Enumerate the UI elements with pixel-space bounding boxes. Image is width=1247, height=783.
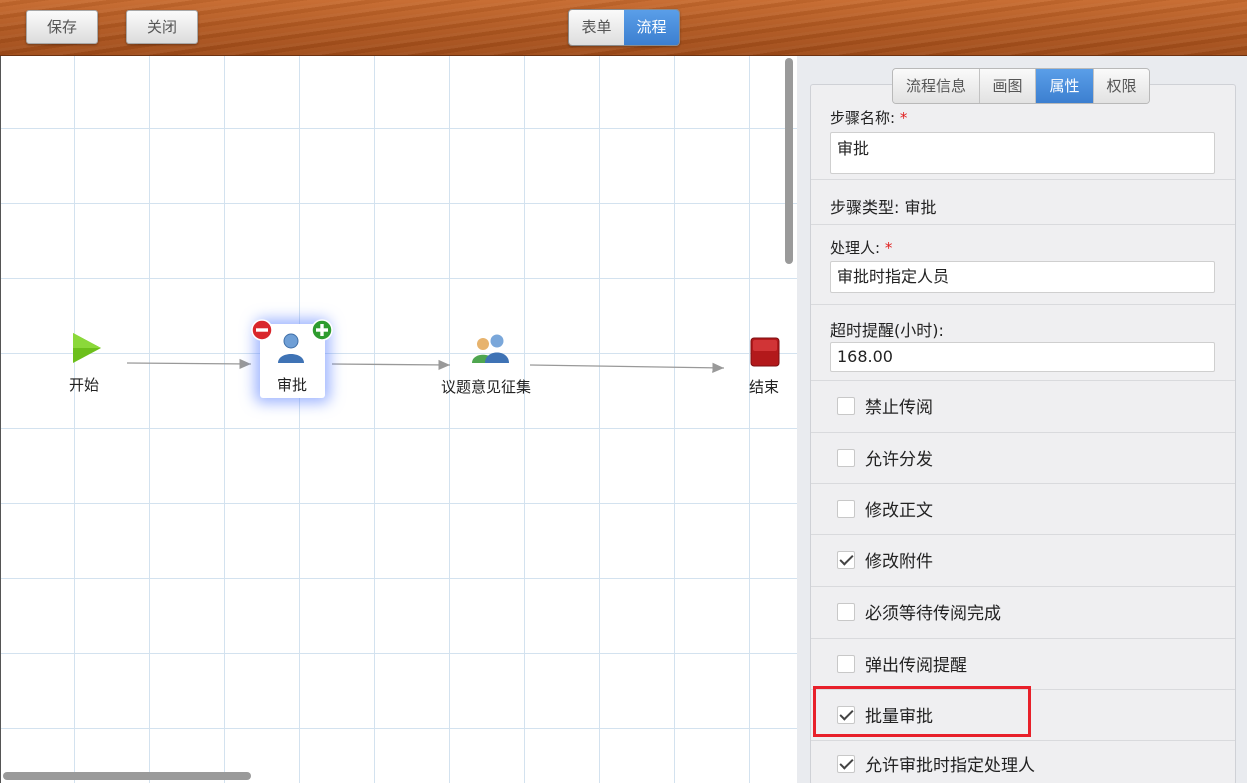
connector-start-approve[interactable]	[126, 358, 252, 370]
option-label: 弹出传阅提醒	[865, 656, 967, 676]
tab-properties[interactable]: 属性	[1036, 69, 1094, 103]
node-label-collect: 议题意见征集	[441, 378, 532, 396]
option-label: 修改正文	[865, 501, 933, 521]
connector-collect-end[interactable]	[529, 362, 725, 374]
node-label-approve: 审批	[277, 376, 308, 394]
highlight-box	[813, 686, 1031, 737]
node-label-start: 开始	[69, 376, 100, 394]
flow-connectors	[126, 358, 725, 374]
checkbox-checked[interactable]	[837, 755, 855, 773]
node-label-end: 结束	[749, 378, 780, 396]
option-label: 必须等待传阅完成	[865, 604, 1001, 624]
option-row[interactable]: 允许分发	[811, 433, 1235, 484]
horizontal-scrollbar[interactable]	[3, 772, 251, 780]
user-icon	[278, 333, 304, 363]
stop-icon[interactable]	[750, 337, 780, 367]
flow-canvas[interactable]: 开始 审批 议题意见征集 结束	[0, 56, 797, 783]
option-label: 允许审批时指定处理人	[865, 756, 1035, 776]
row-handler: 处理人: * 审批时指定人员	[811, 225, 1235, 305]
view-switch: 表单 流程	[568, 9, 680, 46]
handler-input[interactable]: 审批时指定人员	[830, 261, 1215, 293]
step-name-label: 步骤名称: *	[830, 109, 908, 127]
users-icon[interactable]	[471, 332, 511, 364]
timeout-label: 超时提醒(小时):	[830, 321, 944, 340]
timeout-input[interactable]: 168.00	[830, 342, 1215, 372]
properties-form: 步骤名称: * 审批 步骤类型: 审批 处理人: * 审批时指定人员 超时提醒(…	[810, 84, 1236, 783]
panel-tabs: 流程信息 画图 属性 权限	[892, 68, 1150, 104]
top-toolbar: 保存 关闭 表单 流程	[0, 0, 1247, 56]
remove-icon[interactable]	[251, 319, 273, 341]
vertical-scrollbar[interactable]	[785, 58, 793, 264]
row-timeout: 超时提醒(小时): 168.00	[811, 305, 1235, 381]
checkbox[interactable]	[837, 655, 855, 673]
save-button[interactable]: 保存	[26, 10, 98, 44]
step-type-text: 步骤类型: 审批	[830, 198, 937, 217]
checkbox[interactable]	[837, 449, 855, 467]
option-row[interactable]: 修改正文	[811, 484, 1235, 535]
tab-permissions[interactable]: 权限	[1094, 69, 1149, 103]
checkbox[interactable]	[837, 603, 855, 621]
checkbox[interactable]	[837, 500, 855, 518]
option-row[interactable]: 允许审批时指定处理人	[811, 741, 1235, 783]
play-icon[interactable]	[71, 332, 103, 364]
option-row[interactable]: 修改附件	[811, 535, 1235, 587]
tab-draw[interactable]: 画图	[980, 69, 1036, 103]
handler-label: 处理人: *	[830, 239, 893, 257]
close-button[interactable]: 关闭	[126, 10, 198, 44]
row-step-type: 步骤类型: 审批	[811, 180, 1235, 225]
checkbox-checked[interactable]	[837, 551, 855, 569]
option-row[interactable]: 弹出传阅提醒	[811, 639, 1235, 690]
add-icon[interactable]	[311, 319, 333, 341]
tab-flow-info[interactable]: 流程信息	[893, 69, 980, 103]
properties-panel: 步骤名称: * 审批 步骤类型: 审批 处理人: * 审批时指定人员 超时提醒(…	[797, 56, 1247, 783]
option-label: 修改附件	[865, 552, 933, 572]
option-label: 允许分发	[865, 450, 933, 470]
option-row[interactable]: 必须等待传阅完成	[811, 587, 1235, 639]
option-row[interactable]: 禁止传阅	[811, 381, 1235, 433]
step-name-input[interactable]: 审批	[830, 132, 1215, 174]
checkbox[interactable]	[837, 397, 855, 415]
connector-approve-collect[interactable]	[331, 359, 451, 371]
tab-form[interactable]: 表单	[569, 10, 624, 45]
tab-flow[interactable]: 流程	[624, 10, 679, 45]
option-label: 禁止传阅	[865, 398, 933, 418]
